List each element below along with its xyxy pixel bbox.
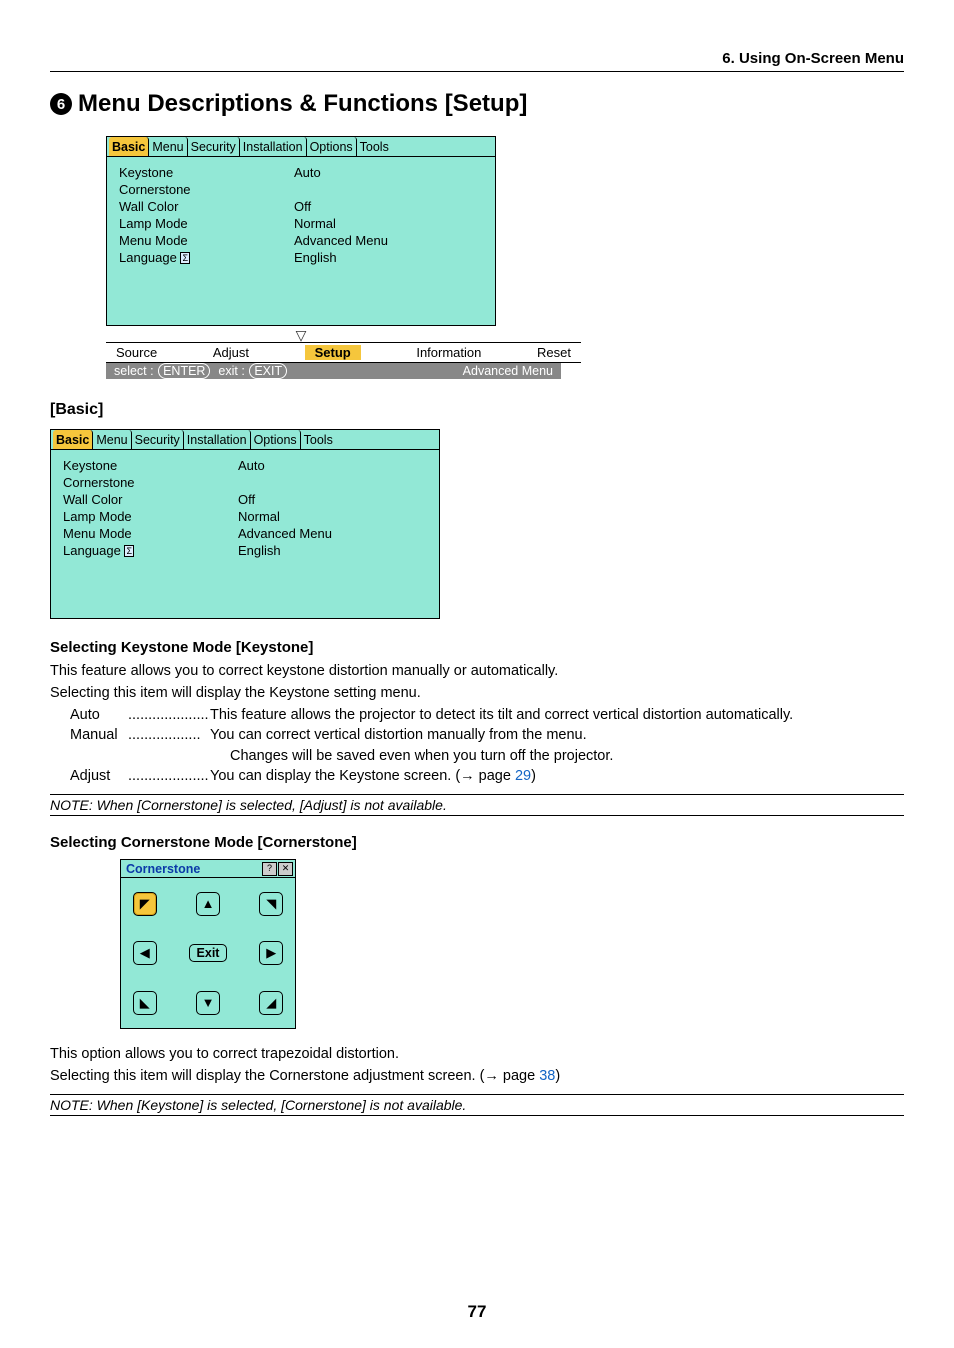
cornerstone-body: This option allows you to correct trapez… xyxy=(50,1045,904,1086)
tab2-tools[interactable]: Tools xyxy=(301,430,336,449)
row2-wallcolor-value: Off xyxy=(238,492,255,507)
row-lampmode-label[interactable]: Lamp Mode xyxy=(119,216,294,231)
help-icon[interactable]: ? xyxy=(262,862,277,876)
keystone-body: This feature allows you to correct keyst… xyxy=(50,662,904,786)
keystone-p2: Selecting this item will display the Key… xyxy=(50,684,904,704)
row2-lampmode-label[interactable]: Lamp Mode xyxy=(63,509,238,524)
row-menumode-value: Advanced Menu xyxy=(294,233,388,248)
osd-nav-bar: Source Adjust Setup Information Reset xyxy=(106,342,581,363)
row-lampmode-value: Normal xyxy=(294,216,336,231)
row2-language-value: English xyxy=(238,543,281,558)
keystone-p1: This feature allows you to correct keyst… xyxy=(50,662,904,682)
osd2-tab-row: Basic Menu Security Installation Options… xyxy=(50,429,440,449)
section-title: 6 Menu Descriptions & Functions [Setup] xyxy=(50,90,904,118)
def-manual-desc: You can correct vertical distortion manu… xyxy=(210,725,904,745)
language-icon: Σ xyxy=(180,252,190,264)
tab-options[interactable]: Options xyxy=(307,137,357,156)
osd-tab-row: Basic Menu Security Installation Options… xyxy=(106,136,496,156)
osd-footer: select : ENTER exit : EXIT Advanced Menu xyxy=(106,363,561,379)
row-language-value: English xyxy=(294,250,337,265)
keystone-heading: Selecting Keystone Mode [Keystone] xyxy=(50,639,904,656)
corner-mid-left-button[interactable]: ◀ xyxy=(133,941,157,965)
row-wallcolor-value: Off xyxy=(294,199,311,214)
corner-bot-left-button[interactable]: ◣ xyxy=(133,991,157,1015)
basic-heading: [Basic] xyxy=(50,401,904,419)
osd-setup-panel: Basic Menu Security Installation Options… xyxy=(106,136,904,379)
def-manual-term: Manual xyxy=(70,725,128,745)
row-wallcolor-label[interactable]: Wall Color xyxy=(119,199,294,214)
page-link-29[interactable]: 29 xyxy=(515,768,531,784)
exit-button-hint: EXIT xyxy=(249,363,287,379)
tab2-installation[interactable]: Installation xyxy=(184,430,251,449)
close-icon[interactable]: ✕ xyxy=(278,862,293,876)
tab2-options[interactable]: Options xyxy=(251,430,301,449)
language-icon-2: Σ xyxy=(124,545,134,557)
cornerstone-p1: This option allows you to correct trapez… xyxy=(50,1045,904,1065)
def-auto-term: Auto xyxy=(70,705,128,725)
def-adjust-desc: You can display the Keystone screen. (→ … xyxy=(210,766,904,786)
corner-bot-center-button[interactable]: ▼ xyxy=(196,991,220,1015)
row2-keystone-value: Auto xyxy=(238,458,265,473)
tab-tools[interactable]: Tools xyxy=(357,137,392,156)
corner-mid-right-button[interactable]: ▶ xyxy=(259,941,283,965)
enter-button-hint: ENTER xyxy=(158,363,210,379)
corner-top-center-button[interactable]: ▲ xyxy=(196,892,220,916)
nav-reset[interactable]: Reset xyxy=(537,345,571,360)
corner-bot-right-button[interactable]: ◢ xyxy=(259,991,283,1015)
page-link-38[interactable]: 38 xyxy=(539,1068,555,1084)
row-keystone-value: Auto xyxy=(294,165,321,180)
corner-top-left-button[interactable]: ◤ xyxy=(133,892,157,916)
corner-top-right-button[interactable]: ◥ xyxy=(259,892,283,916)
osd-body: KeystoneAuto Cornerstone Wall ColorOff L… xyxy=(106,156,496,326)
cornerstone-panel: Cornerstone ? ✕ ◤ ▲ ◥ ◀ Exit ▶ ◣ ▼ ◢ xyxy=(120,859,296,1029)
cornerstone-heading: Selecting Cornerstone Mode [Cornerstone] xyxy=(50,834,904,851)
osd2-body: KeystoneAuto Cornerstone Wall ColorOff L… xyxy=(50,449,440,619)
section-title-text: Menu Descriptions & Functions [Setup] xyxy=(78,90,527,118)
row-cornerstone-label[interactable]: Cornerstone xyxy=(119,182,294,197)
tab-basic[interactable]: Basic xyxy=(109,137,149,156)
footer-left: select : ENTER exit : EXIT xyxy=(114,364,288,378)
row2-menumode-label[interactable]: Menu Mode xyxy=(63,526,238,541)
keystone-note: NOTE: When [Cornerstone] is selected, [A… xyxy=(50,794,904,816)
nav-adjust[interactable]: Adjust xyxy=(213,345,249,360)
cornerstone-title-text: Cornerstone xyxy=(123,862,200,876)
tab2-menu[interactable]: Menu xyxy=(93,430,131,449)
row2-menumode-value: Advanced Menu xyxy=(238,526,332,541)
section-number-badge: 6 xyxy=(50,93,72,115)
nav-setup[interactable]: Setup xyxy=(305,345,361,360)
osd-basic-panel: Basic Menu Security Installation Options… xyxy=(50,429,904,619)
page-number: 77 xyxy=(0,1302,954,1322)
row2-cornerstone-label[interactable]: Cornerstone xyxy=(63,475,238,490)
def-adjust-term: Adjust xyxy=(70,766,128,786)
tab2-security[interactable]: Security xyxy=(132,430,184,449)
cornerstone-p2: Selecting this item will display the Cor… xyxy=(50,1067,904,1087)
cornerstone-exit-button[interactable]: Exit xyxy=(189,944,228,962)
tab-installation[interactable]: Installation xyxy=(240,137,307,156)
row-language-label[interactable]: Language Σ xyxy=(119,250,294,265)
cornerstone-note: NOTE: When [Keystone] is selected, [Corn… xyxy=(50,1094,904,1116)
chapter-header: 6. Using On-Screen Menu xyxy=(50,50,904,72)
tab2-basic[interactable]: Basic xyxy=(53,430,93,449)
cornerstone-titlebar: Cornerstone ? ✕ xyxy=(120,859,296,878)
row2-lampmode-value: Normal xyxy=(238,509,280,524)
tab-security[interactable]: Security xyxy=(188,137,240,156)
nav-information[interactable]: Information xyxy=(416,345,481,360)
row2-keystone-label[interactable]: Keystone xyxy=(63,458,238,473)
def-manual-desc2: Changes will be saved even when you turn… xyxy=(230,746,904,766)
footer-right: Advanced Menu xyxy=(463,364,553,378)
row2-language-label[interactable]: Language Σ xyxy=(63,543,238,558)
row2-wallcolor-label[interactable]: Wall Color xyxy=(63,492,238,507)
row-keystone-label[interactable]: Keystone xyxy=(119,165,294,180)
tab-menu[interactable]: Menu xyxy=(149,137,187,156)
nav-source[interactable]: Source xyxy=(116,345,157,360)
down-arrow-icon: ▽ xyxy=(106,326,496,342)
def-auto-desc: This feature allows the projector to det… xyxy=(210,705,904,725)
row-menumode-label[interactable]: Menu Mode xyxy=(119,233,294,248)
